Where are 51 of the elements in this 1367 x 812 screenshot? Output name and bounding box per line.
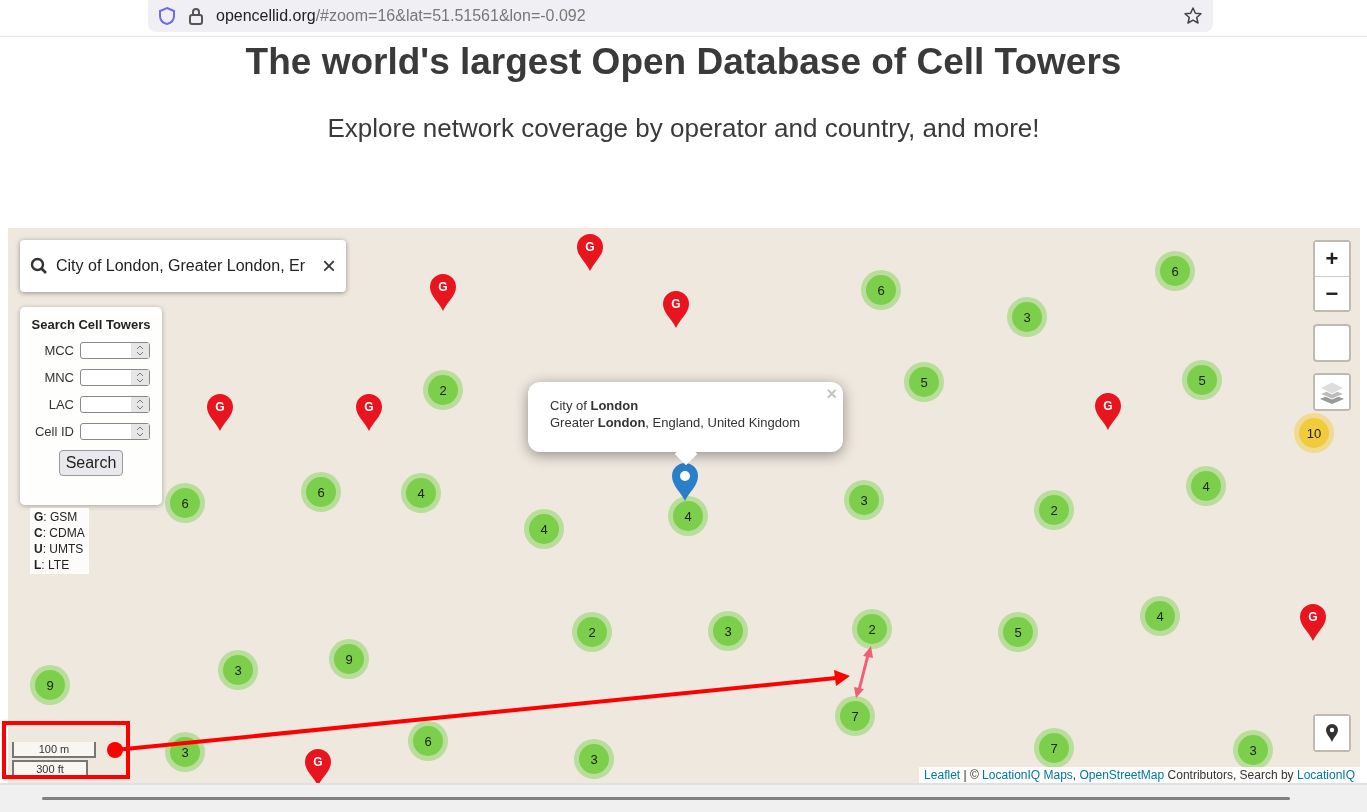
locate-button[interactable]	[1315, 716, 1349, 750]
blank-control[interactable]	[1313, 324, 1351, 362]
legend-item: C: CDMA	[34, 526, 85, 540]
cell-tower-marker[interactable]: G	[303, 747, 333, 783]
search-button[interactable]: Search	[58, 450, 124, 476]
cell-tower-marker[interactable]: G	[1093, 391, 1123, 431]
clear-button[interactable]: ×	[322, 254, 336, 278]
cell-tower-marker[interactable]: G	[575, 232, 605, 272]
page-heading: The world's largest Open Database of Cell Towers	[245, 41, 1122, 83]
attribution-link[interactable]: OpenStreetMap	[1079, 768, 1165, 782]
zoom-out-button[interactable]: −	[1315, 276, 1349, 310]
popup-text: City of London	[550, 398, 640, 413]
layers-button[interactable]	[1315, 375, 1349, 409]
scale-bar: 100 m	[12, 742, 96, 758]
field-label: MCC	[44, 343, 74, 358]
lock-icon[interactable]	[188, 6, 204, 26]
number-field[interactable]	[80, 396, 150, 413]
popup-text: Greater London, England, United Kingdom	[550, 415, 801, 430]
number-field[interactable]	[80, 369, 150, 386]
shield-icon[interactable]	[158, 6, 176, 26]
attribution-link[interactable]: LocationIQ Maps	[982, 768, 1073, 782]
search-icon	[30, 257, 48, 275]
search-field[interactable]: City of London, Greater London, Er ×	[20, 240, 346, 292]
panel-title: Search Cell Towers	[31, 317, 151, 332]
cell-tower-marker[interactable]: G	[661, 289, 691, 329]
attribution-link[interactable]: LocationIQ	[1296, 768, 1355, 782]
field-label: LAC	[48, 397, 74, 412]
scrollbar[interactable]	[42, 797, 1290, 800]
attribution-link[interactable]: Leaflet	[924, 768, 961, 782]
legend-item: G: GSM	[34, 510, 79, 524]
cell-tower-marker[interactable]: G	[428, 272, 458, 312]
spinner-icon[interactable]	[131, 343, 149, 358]
page-subtitle: Explore network coverage by operator and country, and more!	[327, 113, 1040, 144]
pin-icon	[1324, 723, 1340, 743]
field-label: MNC	[44, 370, 74, 385]
number-field[interactable]	[80, 423, 150, 440]
field-label: Cell ID	[35, 424, 74, 439]
legend-item: L: LTE	[34, 558, 71, 572]
location-pin-icon[interactable]	[671, 462, 699, 502]
spinner-icon[interactable]	[131, 370, 149, 385]
spinner-icon[interactable]	[131, 397, 149, 412]
cell-tower-marker[interactable]: G	[205, 392, 235, 432]
spinner-icon[interactable]	[131, 424, 149, 439]
attribution-text: Leaflet | © LocationIQ Maps, OpenStreetMap Contributors, Search by LocationIQ	[919, 767, 1360, 783]
scale-bar: 300 ft	[12, 760, 88, 776]
legend-item: U: UMTS	[34, 542, 85, 556]
cell-tower-marker[interactable]: G	[1298, 602, 1328, 642]
cell-tower-marker[interactable]: G	[354, 392, 384, 432]
number-field[interactable]	[80, 342, 150, 359]
star-icon[interactable]	[1183, 6, 1203, 26]
double-arrow	[854, 646, 873, 698]
